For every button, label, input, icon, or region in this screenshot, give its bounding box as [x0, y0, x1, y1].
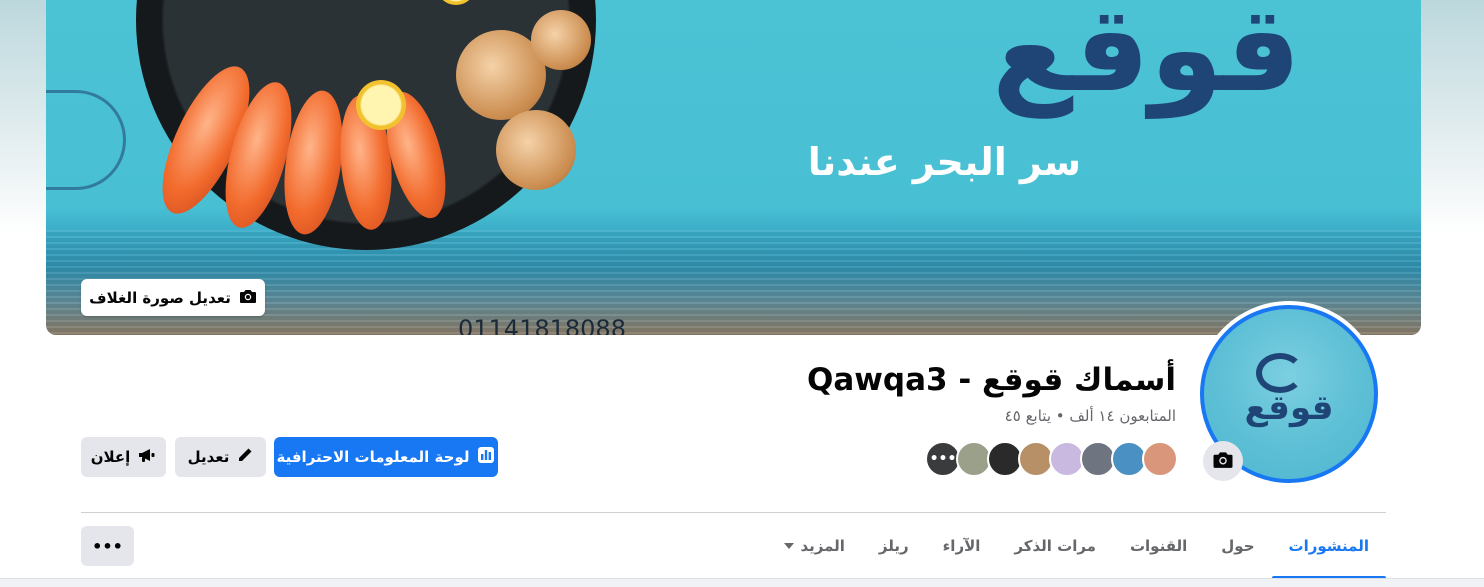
advertise-button[interactable]: إعلان: [81, 437, 166, 477]
page-tabs: المنشورات حول القنوات مرات الذكر الآراء …: [767, 513, 1387, 579]
pencil-icon: [237, 447, 253, 467]
shell-logo-icon: [1256, 353, 1304, 393]
update-profile-picture-button[interactable]: [1203, 441, 1243, 481]
cover-fish-graphic: [46, 90, 126, 190]
edit-cover-photo-button[interactable]: تعديل صورة الغلاف: [81, 279, 265, 316]
tab-reels[interactable]: ريلز: [862, 513, 926, 579]
edit-page-label: تعديل: [187, 448, 230, 466]
chart-icon: [477, 446, 495, 468]
follower-avatars[interactable]: •••: [925, 441, 1178, 477]
cover-photo[interactable]: قوقع سر البحر عندنا 01141818088 تعديل صو…: [46, 0, 1421, 335]
followers-count[interactable]: المتابعون ١٤ ألف • يتابع ٤٥: [1005, 407, 1176, 425]
cover-seafood-plate: [136, 0, 596, 250]
tab-label: القنوات: [1129, 537, 1188, 555]
tab-label: المنشورات: [1288, 537, 1369, 555]
camera-icon: [1212, 450, 1234, 473]
professional-dashboard-button[interactable]: لوحة المعلومات الاحترافية: [274, 437, 498, 477]
edit-page-button[interactable]: تعديل: [175, 437, 266, 477]
megaphone-icon: [138, 447, 156, 467]
camera-icon: [239, 288, 257, 308]
professional-dashboard-label: لوحة المعلومات الاحترافية: [276, 448, 470, 466]
tab-more[interactable]: المزيد: [767, 513, 861, 579]
avatar-logo-text: قوقع: [1244, 388, 1334, 428]
tab-label: المزيد: [800, 537, 845, 555]
tab-label: مرات الذكر: [1014, 537, 1096, 555]
more-options-button[interactable]: •••: [81, 526, 134, 566]
page-title: أسماك قوقع - Qawqa3: [807, 362, 1176, 398]
advertise-label: إعلان: [90, 448, 131, 466]
tab-label: حول: [1221, 537, 1255, 555]
tab-mentions[interactable]: مرات الذكر: [997, 513, 1113, 579]
cover-phone-number: 01141818088: [458, 315, 626, 335]
tab-channels[interactable]: القنوات: [1113, 513, 1204, 579]
follower-avatar[interactable]: [1142, 441, 1178, 477]
cover-logo-text: قوقع: [991, 0, 1301, 118]
tab-posts[interactable]: المنشورات: [1271, 513, 1387, 579]
cover-tagline: سر البحر عندنا: [807, 140, 1081, 184]
caret-down-icon: [784, 543, 795, 549]
tab-about[interactable]: حول: [1204, 513, 1271, 579]
edit-cover-photo-label: تعديل صورة الغلاف: [89, 288, 231, 307]
page-background-strip: [0, 578, 1484, 587]
tab-reviews[interactable]: الآراء: [926, 513, 998, 579]
tab-label: ريلز: [878, 537, 909, 555]
tab-label: الآراء: [942, 537, 981, 555]
